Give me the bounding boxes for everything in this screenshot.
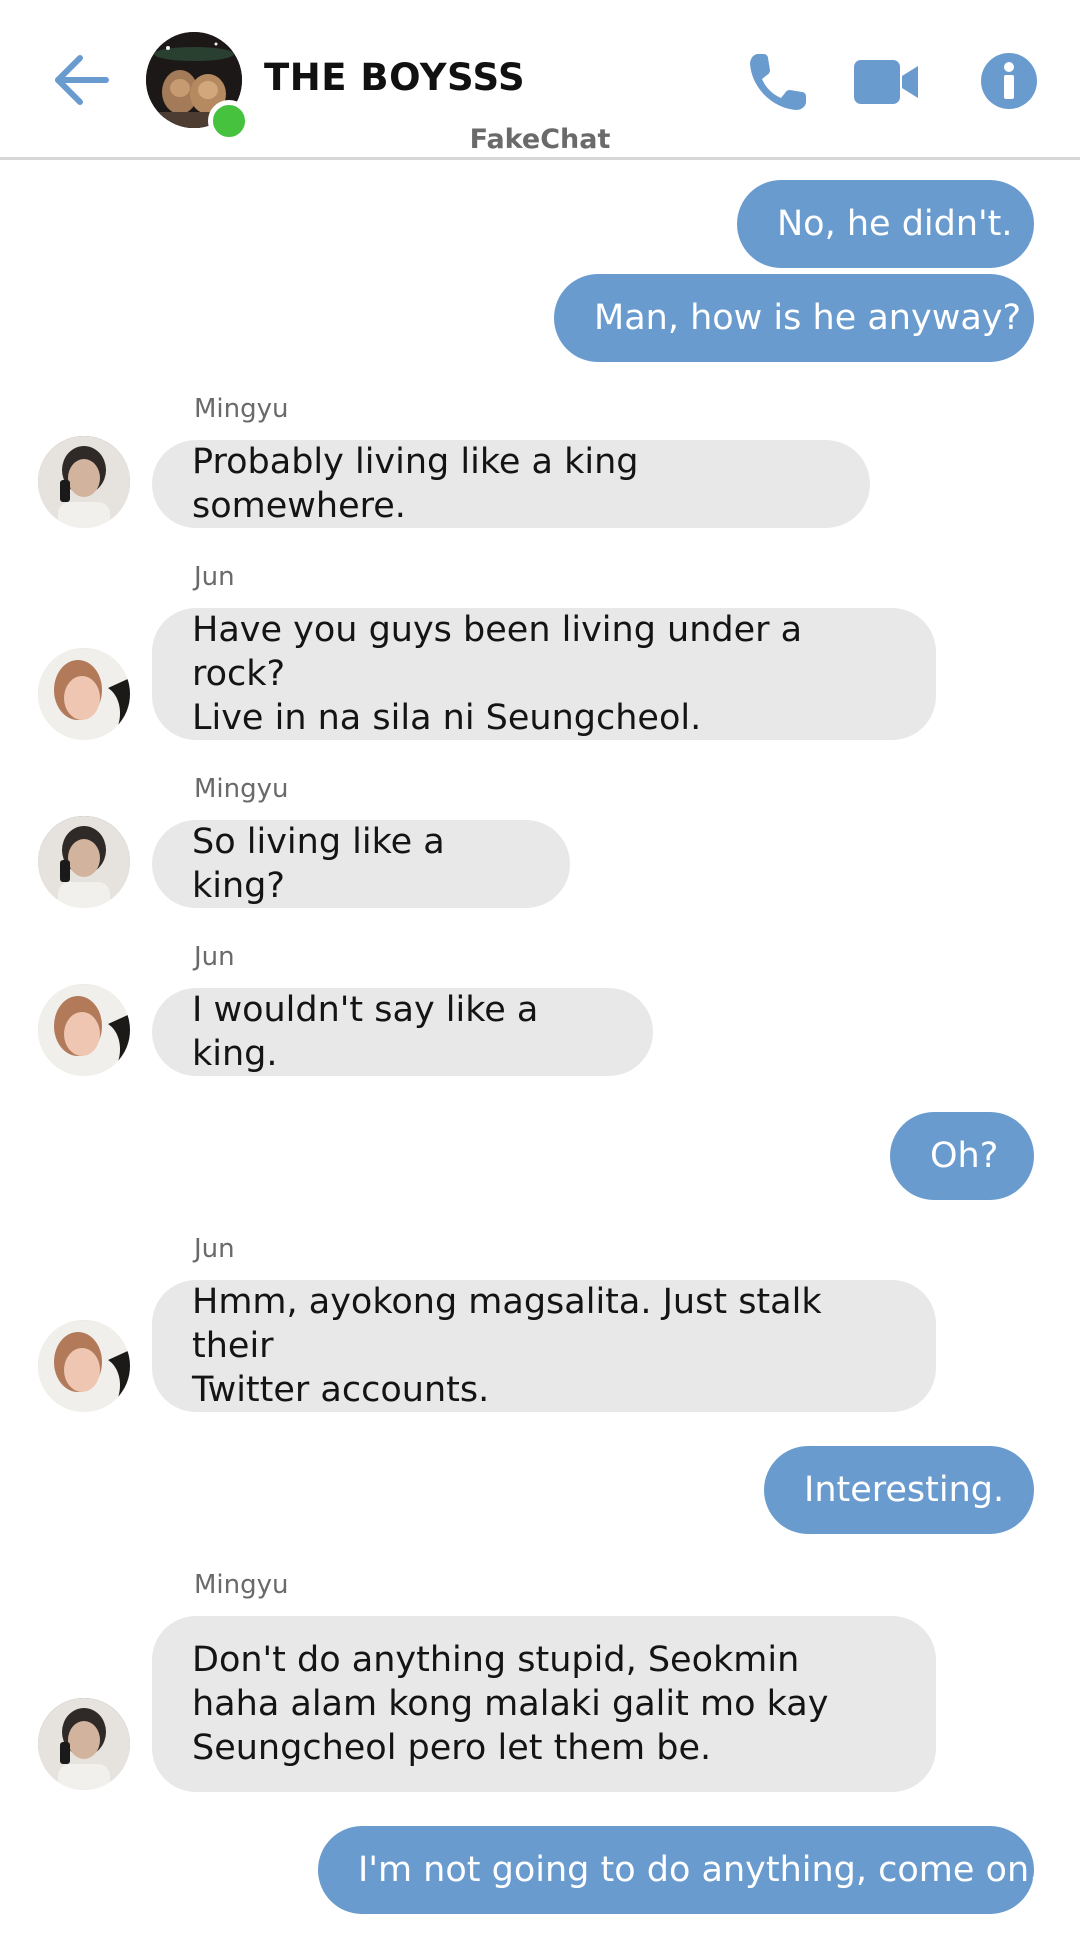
avatar-mingyu[interactable] [38,1698,130,1790]
avatar-mingyu[interactable] [38,816,130,908]
incoming-message[interactable]: Don't do anything stupid, Seokmin haha a… [152,1616,936,1792]
chat-header: THE BOYSSS FakeChat [0,0,1080,160]
outgoing-message[interactable]: No, he didn't. [737,180,1034,268]
sender-name: Jun [194,942,235,972]
info-icon[interactable] [980,52,1038,110]
sender-name: Jun [194,1234,235,1264]
sender-name: Mingyu [194,394,289,424]
incoming-message[interactable]: Probably living like a king somewhere. [152,440,870,528]
back-arrow-icon[interactable] [50,50,110,110]
avatar-mingyu[interactable] [38,436,130,528]
outgoing-message[interactable]: Man, how is he anyway? [554,274,1034,362]
sender-name: Mingyu [194,774,289,804]
incoming-message[interactable]: Hmm, ayokong magsalita. Just stalk their… [152,1280,936,1412]
video-camera-icon[interactable] [852,48,920,116]
phone-icon[interactable] [744,48,812,116]
incoming-message[interactable]: So living like a king? [152,820,570,908]
incoming-message[interactable]: Have you guys been living under a rock? … [152,608,936,740]
avatar-jun[interactable] [38,1320,130,1412]
avatar-jun[interactable] [38,648,130,740]
outgoing-message[interactable]: I'm not going to do anything, come on. [318,1826,1040,1914]
message-list[interactable]: No, he didn't. Man, how is he anyway? Mi… [0,160,1080,1934]
app-name: FakeChat [469,124,611,155]
chat-title[interactable]: THE BOYSSS [264,56,525,99]
outgoing-message[interactable]: Interesting. [764,1446,1034,1534]
sender-name: Mingyu [194,1570,289,1600]
outgoing-message[interactable]: Oh? [890,1112,1034,1200]
incoming-message[interactable]: I wouldn't say like a king. [152,988,653,1076]
sender-name: Jun [194,562,235,592]
avatar-jun[interactable] [38,984,130,1076]
